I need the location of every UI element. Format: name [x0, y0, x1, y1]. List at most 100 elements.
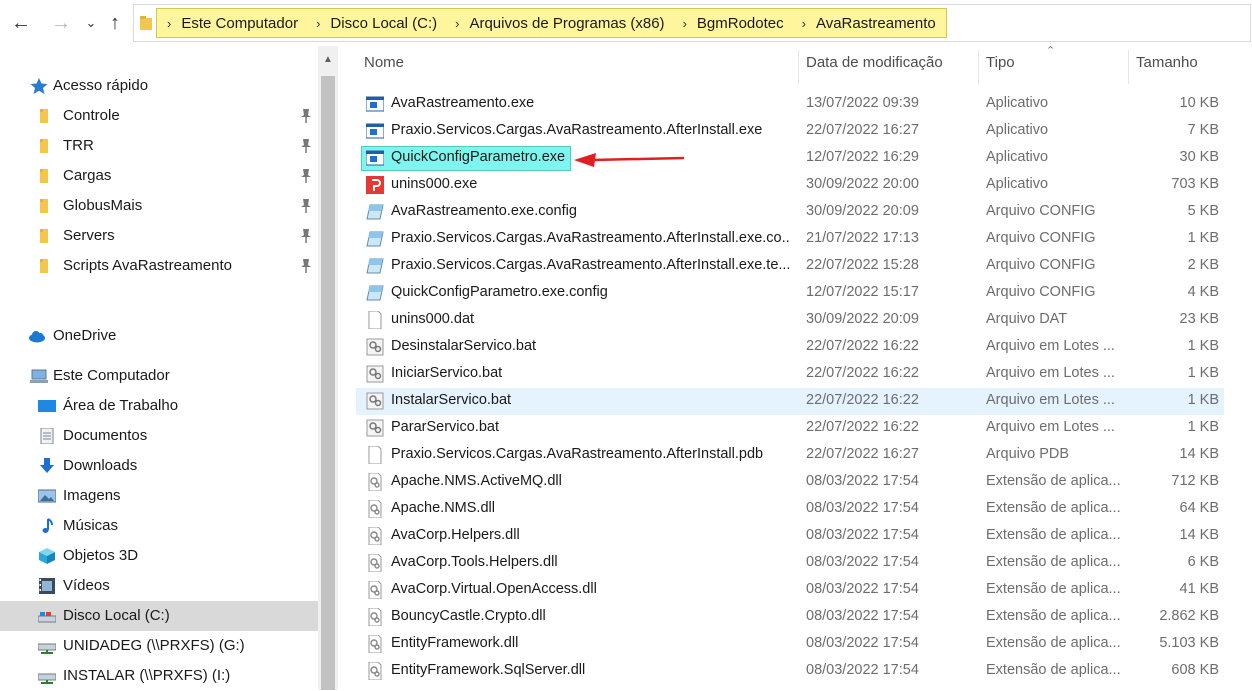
nav-item[interactable]: Acesso rápido — [0, 71, 318, 101]
file-size: 14 KB — [1179, 446, 1220, 462]
file-row[interactable]: AvaRastreamento.exe.config 30/09/2022 20:… — [356, 199, 1224, 226]
file-row[interactable]: Praxio.Servicos.Cargas.AvaRastreamento.A… — [356, 442, 1224, 469]
file-row[interactable]: AvaRastreamento.exe 13/07/2022 09:39 Aplic… — [356, 91, 1224, 118]
column-divider[interactable] — [978, 50, 979, 84]
file-size: 7 KB — [1187, 122, 1219, 138]
file-row[interactable]: unins000.dat 30/09/2022 20:09 Arquivo DAT 2… — [356, 307, 1224, 334]
nav-item[interactable]: Controle — [0, 101, 318, 131]
nav-item[interactable]: OneDrive — [0, 321, 318, 351]
file-size: 1 KB — [1187, 230, 1219, 246]
nav-item[interactable]: Disco Local (C:) — [0, 601, 318, 631]
file-name: PararServico.bat — [391, 419, 499, 435]
nav-item[interactable]: Músicas — [0, 511, 318, 541]
uninstaller-icon — [366, 176, 384, 194]
sidebar-scrollbar[interactable]: ▲ — [318, 46, 338, 690]
file-type: Aplicativo — [986, 95, 1049, 111]
breadcrumb-item[interactable]: Arquivos de Programas (x86) — [469, 15, 664, 32]
column-header-date[interactable]: Data de modificação — [806, 54, 943, 80]
column-header-type[interactable]: Tipo — [986, 54, 1015, 80]
file-size: 1 KB — [1187, 392, 1219, 408]
nav-item[interactable]: Cargas — [0, 161, 318, 191]
breadcrumb-chevron-icon[interactable]: › — [312, 16, 330, 31]
file-date: 08/03/2022 17:54 — [806, 608, 919, 624]
file-list: Nome Data de modificação Tipo Tamanho Av… — [356, 46, 1252, 690]
file-type: Aplicativo — [986, 122, 1049, 138]
file-row[interactable]: Apache.NMS.ActiveMQ.dll 08/03/2022 17:54 E… — [356, 469, 1224, 496]
file-row[interactable]: QuickConfigParametro.exe 12/07/2022 16:29… — [356, 145, 1224, 172]
sort-ascending-icon: ⌃ — [1046, 45, 1056, 57]
nav-item[interactable]: GlobusMais — [0, 191, 318, 221]
scrollbar-thumb[interactable] — [321, 76, 335, 690]
file-row[interactable]: unins000.exe 30/09/2022 20:00 Aplicativo 70… — [356, 172, 1224, 199]
nav-item[interactable]: Downloads — [0, 451, 318, 481]
dll-icon — [366, 553, 384, 573]
column-header-size[interactable]: Tamanho — [1136, 54, 1198, 80]
file-row[interactable]: AvaCorp.Tools.Helpers.dll 08/03/2022 17:5… — [356, 550, 1224, 577]
nav-item[interactable]: Área de Trabalho — [0, 391, 318, 421]
nav-item[interactable]: Este Computador — [0, 361, 318, 391]
nav-item-label: Área de Trabalho — [63, 397, 179, 414]
nav-item-label: Este Computador — [53, 367, 170, 384]
file-type: Arquivo em Lotes ... — [986, 365, 1115, 381]
file-size: 4 KB — [1187, 284, 1219, 300]
breadcrumb-item[interactable]: Este Computador — [181, 15, 298, 32]
file-date: 22/07/2022 16:22 — [806, 419, 919, 435]
nav-item[interactable]: Scripts AvaRastreamento — [0, 251, 318, 281]
file-row[interactable]: DesinstalarServico.bat 22/07/2022 16:22 Ar… — [356, 334, 1224, 361]
forward-button[interactable]: → — [50, 10, 72, 36]
recent-locations-chevron-icon[interactable]: ⌄ — [80, 10, 102, 36]
nav-item[interactable]: Vídeos — [0, 571, 318, 601]
nav-item-label: Documentos — [63, 427, 148, 444]
nav-item[interactable]: TRR — [0, 131, 318, 161]
dll-icon — [366, 634, 384, 654]
breadcrumb-chevron-icon[interactable]: › — [679, 16, 697, 31]
file-row[interactable]: Praxio.Servicos.Cargas.AvaRastreamento.A… — [356, 253, 1224, 280]
file-size: 64 KB — [1179, 500, 1220, 516]
file-row[interactable]: Apache.NMS.dll 08/03/2022 17:54 Extensão d… — [356, 496, 1224, 523]
document-icon — [38, 427, 56, 445]
file-row[interactable]: Praxio.Servicos.Cargas.AvaRastreamento.A… — [356, 118, 1224, 145]
file-name: EntityFramework.dll — [391, 635, 519, 651]
nav-item[interactable]: Imagens — [0, 481, 318, 511]
nav-item[interactable]: Servers — [0, 221, 318, 251]
download-icon — [38, 458, 56, 474]
nav-item[interactable]: UNIDADEG (\\PRXFS) (G:) — [0, 631, 318, 661]
column-header-name[interactable]: Nome — [364, 54, 404, 80]
column-divider[interactable] — [798, 50, 799, 84]
breadcrumb-chevron-icon[interactable]: › — [163, 16, 181, 31]
back-button[interactable]: ← — [10, 10, 32, 36]
column-divider[interactable] — [1128, 50, 1129, 84]
star-icon — [30, 78, 48, 94]
up-button[interactable]: ↑ — [104, 10, 126, 36]
file-row[interactable]: BouncyCastle.Crypto.dll 08/03/2022 17:54 E… — [356, 604, 1224, 631]
scroll-up-arrow-icon[interactable]: ▲ — [323, 54, 333, 65]
file-row[interactable]: Praxio.Servicos.Cargas.AvaRastreamento.A… — [356, 226, 1224, 253]
file-row[interactable]: AvaCorp.Virtual.OpenAccess.dll 08/03/2022… — [356, 577, 1224, 604]
annotation-arrow-icon — [574, 153, 685, 167]
nav-item-label: Cargas — [63, 167, 112, 184]
file-type: Aplicativo — [986, 176, 1049, 192]
file-row[interactable]: EntityFramework.dll 08/03/2022 17:54 Exten… — [356, 631, 1224, 658]
pin-icon — [300, 259, 312, 273]
address-bar[interactable]: › Este Computador › Disco Local (C:) › Arquiv… — [133, 4, 1251, 42]
file-date: 22/07/2022 16:22 — [806, 338, 919, 354]
file-row[interactable]: InstalarServico.bat 22/07/2022 16:22 Arqui… — [356, 388, 1224, 415]
file-size: 1 KB — [1187, 338, 1219, 354]
file-row[interactable]: PararServico.bat 22/07/2022 16:22 Arquivo … — [356, 415, 1224, 442]
nav-item[interactable]: INSTALAR (\\PRXFS) (I:) — [0, 661, 318, 691]
breadcrumb-item[interactable]: Disco Local (C:) — [330, 15, 437, 32]
breadcrumb-item[interactable]: AvaRastreamento — [816, 15, 936, 32]
file-name: AvaCorp.Helpers.dll — [391, 527, 520, 543]
folder-icon — [36, 168, 54, 184]
file-date: 22/07/2022 15:28 — [806, 257, 919, 273]
file-row[interactable]: IniciarServico.bat 22/07/2022 16:22 Arquiv… — [356, 361, 1224, 388]
file-row[interactable]: QuickConfigParametro.exe.config 12/07/202… — [356, 280, 1224, 307]
breadcrumb-chevron-icon[interactable]: › — [451, 16, 469, 31]
nav-item-label: GlobusMais — [63, 197, 143, 214]
file-row[interactable]: EntityFramework.SqlServer.dll 08/03/2022 … — [356, 658, 1224, 685]
nav-item[interactable]: Documentos — [0, 421, 318, 451]
breadcrumb-chevron-icon[interactable]: › — [798, 16, 816, 31]
nav-item[interactable]: Objetos 3D — [0, 541, 318, 571]
file-row[interactable]: AvaCorp.Helpers.dll 08/03/2022 17:54 Exten… — [356, 523, 1224, 550]
breadcrumb-item[interactable]: BgmRodotec — [697, 15, 784, 32]
